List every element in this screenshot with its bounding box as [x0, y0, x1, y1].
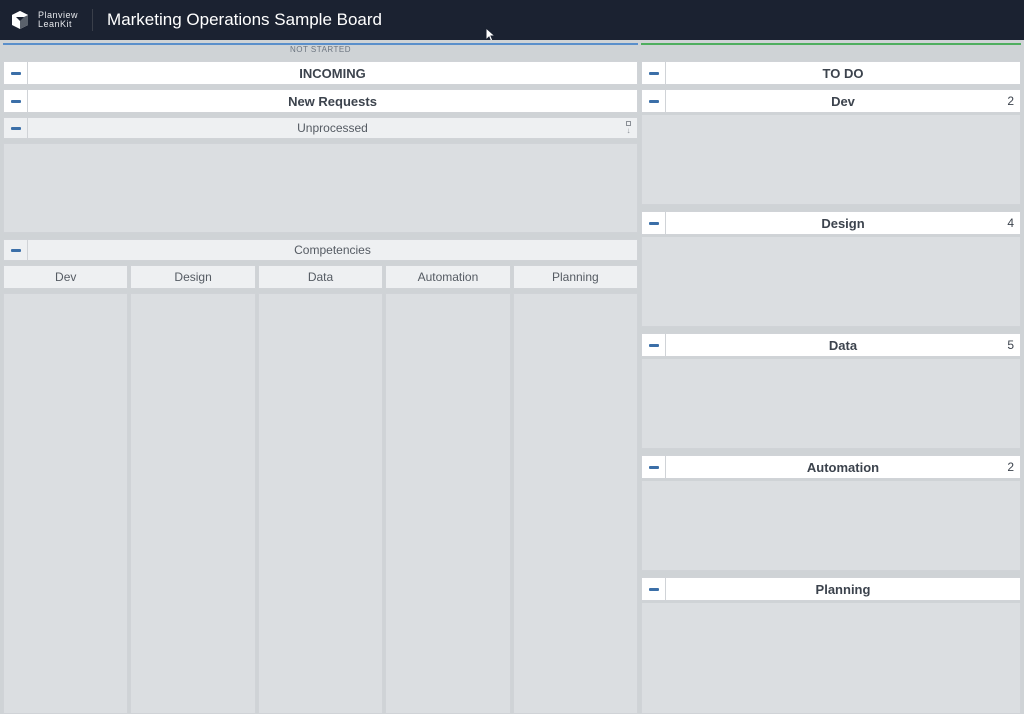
collapse-icon — [11, 127, 21, 130]
lane-header-todo-design[interactable]: Design 4 — [641, 211, 1021, 235]
comp-col-planning[interactable] — [513, 293, 638, 714]
lane-header-new-requests[interactable]: New Requests — [3, 89, 638, 113]
lane-title-unprocessed: Unprocessed — [28, 121, 637, 135]
board-title[interactable]: Marketing Operations Sample Board — [107, 10, 382, 30]
brand-text: Planview LeanKit — [38, 11, 78, 29]
drop-area-todo-planning[interactable] — [641, 603, 1021, 714]
collapse-toggle-todo-design[interactable] — [642, 212, 666, 234]
collapse-icon — [11, 72, 21, 75]
comp-header-planning[interactable]: Planning — [513, 265, 638, 289]
board: NOT STARTED INCOMING New Requests Unproc… — [0, 40, 1024, 714]
comp-col-data[interactable] — [258, 293, 383, 714]
phase-label-not-started: NOT STARTED — [284, 45, 357, 54]
competencies-header-row: Dev Design Data Automation Planning — [3, 265, 638, 289]
collapse-icon — [649, 588, 659, 591]
sort-icon[interactable]: ↓ — [626, 121, 631, 135]
brand-line2: LeanKit — [38, 20, 78, 29]
lane-count-todo-automation: 2 — [1007, 460, 1014, 474]
collapse-icon — [649, 100, 659, 103]
collapse-toggle-new-requests[interactable] — [4, 90, 28, 112]
collapse-toggle-todo-planning[interactable] — [642, 578, 666, 600]
lane-header-competencies[interactable]: Competencies — [3, 239, 638, 261]
app-header: Planview LeanKit Marketing Operations Sa… — [0, 0, 1024, 40]
drop-area-todo-design[interactable] — [641, 237, 1021, 327]
todo-lane-dev: Dev 2 — [641, 89, 1021, 209]
lane-title-todo-design: Design — [666, 216, 1020, 231]
lane-title-todo-automation: Automation — [666, 460, 1020, 475]
comp-col-design[interactable] — [130, 293, 255, 714]
todo-lane-planning: Planning — [641, 577, 1021, 714]
phase-label-row: NOT STARTED — [3, 47, 638, 59]
comp-header-data[interactable]: Data — [258, 265, 383, 289]
todo-lane-automation: Automation 2 — [641, 455, 1021, 575]
lane-title-incoming: INCOMING — [28, 66, 637, 81]
collapse-icon — [649, 344, 659, 347]
phase-label-row-todo — [641, 47, 1021, 59]
lane-header-todo-data[interactable]: Data 5 — [641, 333, 1021, 357]
lane-title-todo: TO DO — [666, 66, 1020, 81]
comp-header-dev[interactable]: Dev — [3, 265, 128, 289]
comp-header-design[interactable]: Design — [130, 265, 255, 289]
todo-lane-data: Data 5 — [641, 333, 1021, 453]
collapse-icon — [649, 222, 659, 225]
collapse-toggle-todo-data[interactable] — [642, 334, 666, 356]
comp-col-automation[interactable] — [385, 293, 510, 714]
lane-header-todo-automation[interactable]: Automation 2 — [641, 455, 1021, 479]
lane-header-todo[interactable]: TO DO — [641, 61, 1021, 85]
header-divider — [92, 9, 93, 31]
collapse-toggle-unprocessed[interactable] — [4, 118, 28, 138]
collapse-toggle-todo[interactable] — [642, 62, 666, 84]
lane-header-unprocessed[interactable]: Unprocessed ↓ — [3, 117, 638, 139]
collapse-toggle-incoming[interactable] — [4, 62, 28, 84]
lane-title-todo-data: Data — [666, 338, 1020, 353]
column-todo: TO DO Dev 2 Design 4 Data 5 — [641, 43, 1021, 714]
lane-title-todo-dev: Dev — [666, 94, 1020, 109]
drop-area-todo-data[interactable] — [641, 359, 1021, 449]
collapse-toggle-todo-dev[interactable] — [642, 90, 666, 112]
column-incoming: NOT STARTED INCOMING New Requests Unproc… — [3, 43, 638, 714]
collapse-icon — [11, 249, 21, 252]
brand-logo[interactable]: Planview LeanKit — [10, 10, 78, 30]
lane-header-incoming[interactable]: INCOMING — [3, 61, 638, 85]
collapse-toggle-todo-automation[interactable] — [642, 456, 666, 478]
lane-title-new-requests: New Requests — [28, 94, 637, 109]
lane-count-todo-design: 4 — [1007, 216, 1014, 230]
collapse-icon — [649, 466, 659, 469]
phase-bar-todo — [641, 43, 1021, 45]
competencies-columns — [3, 293, 638, 714]
comp-header-automation[interactable]: Automation — [385, 265, 510, 289]
lane-count-todo-dev: 2 — [1007, 94, 1014, 108]
lane-count-todo-data: 5 — [1007, 338, 1014, 352]
lane-header-todo-planning[interactable]: Planning — [641, 577, 1021, 601]
collapse-icon — [11, 100, 21, 103]
drop-area-unprocessed[interactable] — [3, 143, 638, 233]
todo-lane-design: Design 4 — [641, 211, 1021, 331]
lane-header-todo-dev[interactable]: Dev 2 — [641, 89, 1021, 113]
drop-area-todo-automation[interactable] — [641, 481, 1021, 571]
collapse-icon — [649, 72, 659, 75]
collapse-toggle-competencies[interactable] — [4, 240, 28, 260]
drop-area-todo-dev[interactable] — [641, 115, 1021, 205]
comp-col-dev[interactable] — [3, 293, 128, 714]
leankit-logo-icon — [10, 10, 30, 30]
lane-title-competencies: Competencies — [28, 243, 637, 257]
lane-title-todo-planning: Planning — [666, 582, 1020, 597]
